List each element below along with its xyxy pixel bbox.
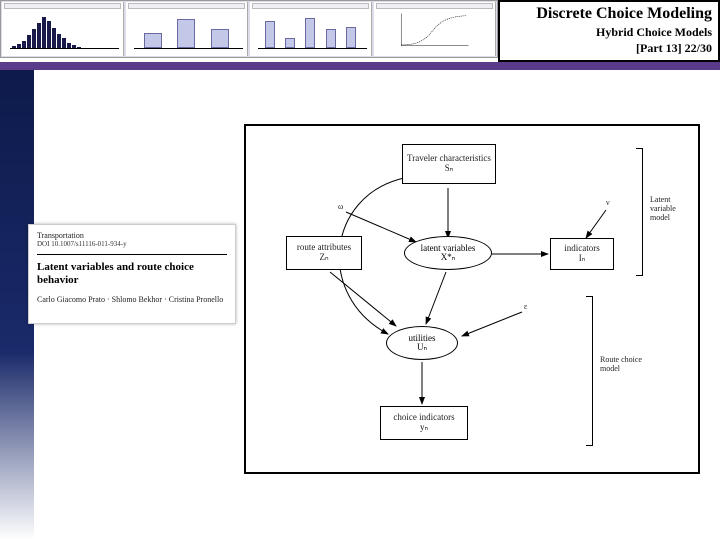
thumb-3-bars	[260, 14, 361, 48]
thumb-1-bars	[12, 14, 117, 48]
label-nu: ν	[606, 198, 610, 207]
paper-title: Latent variables and route choice behavi…	[37, 261, 227, 287]
node-traveler: Traveler characteristics Sₙ	[402, 144, 496, 184]
node-choice-l2: yₙ	[420, 423, 428, 433]
node-utilities: utilities Uₙ	[386, 326, 458, 360]
header-thumbnails	[0, 0, 498, 58]
node-indicators-l2: Iₙ	[579, 254, 586, 264]
label-epsilon: ε	[524, 302, 527, 311]
node-traveler-l2: Sₙ	[445, 164, 454, 174]
thumb-1-histogram	[2, 2, 124, 56]
accent-bar	[0, 62, 720, 70]
node-indicators: indicators Iₙ	[550, 238, 614, 270]
slide-title: Discrete Choice Modeling	[506, 5, 712, 23]
thumb-3-title	[252, 3, 369, 9]
header-band: Discrete Choice Modeling Hybrid Choice M…	[0, 0, 720, 62]
title-block: Discrete Choice Modeling Hybrid Choice M…	[498, 0, 720, 62]
thumb-4-svg	[380, 12, 485, 49]
bracket-rcm	[592, 296, 593, 446]
model-diagram: Traveler characteristics Sₙ route attrib…	[244, 124, 700, 474]
label-lvm: Latent variable model	[650, 196, 694, 222]
thumb-2-bars	[136, 14, 237, 48]
bracket-lvm	[642, 148, 643, 276]
thumb-1-title	[4, 3, 121, 9]
label-rcm: Route choice model	[600, 356, 644, 374]
thumb-2-title	[128, 3, 245, 9]
paper-citation-box: Transportation DOI 10.1007/s11116-011-93…	[28, 224, 236, 324]
node-utilities-l2: Uₙ	[417, 343, 427, 352]
slide-part: [Part 13] 22/30	[506, 41, 712, 56]
label-omega: ω	[338, 202, 343, 211]
node-route: route attributes Zₙ	[286, 236, 362, 270]
node-route-l2: Zₙ	[319, 253, 328, 263]
paper-rule	[37, 254, 227, 255]
node-latent-l2: X*ₙ	[441, 253, 456, 262]
paper-journal: Transportation	[37, 231, 227, 240]
slide-root: Discrete Choice Modeling Hybrid Choice M…	[0, 0, 720, 540]
thumb-2-bars	[126, 2, 248, 56]
node-latent: latent variables X*ₙ	[404, 236, 492, 270]
thumb-4-curve	[374, 2, 496, 56]
paper-authors: Carlo Giacomo Prato · Shlomo Bekhor · Cr…	[37, 295, 227, 304]
slide-subtitle: Hybrid Choice Models	[506, 25, 712, 40]
thumb-3-bars	[250, 2, 372, 56]
thumb-4-title	[376, 3, 493, 9]
node-choice: choice indicators yₙ	[380, 406, 468, 440]
paper-doi: DOI 10.1007/s11116-011-934-y	[37, 240, 227, 248]
